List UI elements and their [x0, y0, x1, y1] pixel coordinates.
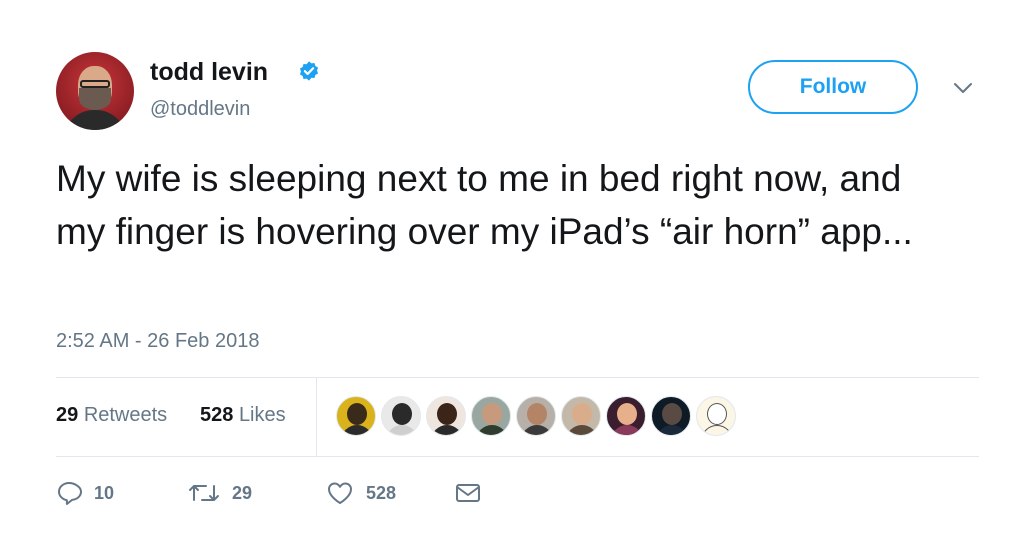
- stats-divider: [316, 378, 317, 456]
- liker-avatar[interactable]: [561, 396, 601, 436]
- liker-avatar-face: [392, 403, 412, 425]
- liker-avatars: [336, 396, 741, 438]
- liker-avatar-face: [437, 403, 457, 425]
- liker-avatar-body: [431, 425, 463, 435]
- liker-avatar[interactable]: [471, 396, 511, 436]
- likes-stat[interactable]: 528 Likes: [200, 404, 286, 427]
- heart-icon: [328, 482, 352, 504]
- liker-avatar-body: [611, 425, 643, 435]
- reply-icon: [58, 482, 82, 505]
- retweets-count: 29: [56, 404, 79, 426]
- liker-avatar-body: [476, 425, 508, 435]
- retweet-count: 29: [232, 482, 253, 503]
- liker-avatar-body: [656, 425, 688, 435]
- liker-avatar-face: [527, 403, 547, 425]
- liker-avatar[interactable]: [606, 396, 646, 436]
- reply-count: 10: [94, 482, 115, 503]
- reply-button[interactable]: 10: [56, 480, 114, 506]
- liker-avatar-body: [701, 425, 733, 435]
- likes-count: 528: [200, 404, 234, 426]
- divider-top: [56, 377, 979, 378]
- liker-avatar[interactable]: [651, 396, 691, 436]
- liker-avatar-face: [662, 403, 682, 425]
- follow-button[interactable]: Follow: [748, 60, 918, 114]
- verified-badge-icon: [299, 61, 319, 81]
- author-avatar[interactable]: [56, 52, 134, 130]
- liker-avatar-face: [482, 403, 502, 425]
- likes-label: Likes: [238, 404, 286, 426]
- chevron-down-icon[interactable]: [952, 80, 974, 96]
- like-count: 528: [366, 482, 397, 503]
- retweet-button[interactable]: 29: [188, 480, 252, 506]
- author-name[interactable]: todd levin: [150, 58, 268, 87]
- liker-avatar-face: [707, 403, 727, 425]
- divider-bottom: [56, 456, 979, 457]
- liker-avatar[interactable]: [381, 396, 421, 436]
- author-handle[interactable]: @toddlevin: [150, 98, 250, 121]
- liker-avatar-face: [572, 403, 592, 425]
- direct-message-button[interactable]: [454, 480, 482, 506]
- liker-avatar[interactable]: [426, 396, 466, 436]
- liker-avatar-body: [566, 425, 598, 435]
- liker-avatar[interactable]: [336, 396, 376, 436]
- envelope-icon: [456, 484, 480, 502]
- liker-avatar-body: [521, 425, 553, 435]
- tweet-timestamp[interactable]: 2:52 AM - 26 Feb 2018: [56, 330, 259, 353]
- retweets-label: Retweets: [83, 404, 168, 426]
- like-button[interactable]: 528: [326, 480, 396, 506]
- liker-avatar-body: [341, 425, 373, 435]
- liker-avatar-face: [347, 403, 367, 425]
- retweets-stat[interactable]: 29 Retweets: [56, 404, 167, 427]
- avatar-beard: [79, 88, 111, 110]
- tweet-text: My wife is sleeping next to me in bed ri…: [56, 158, 913, 252]
- liker-avatar-face: [617, 403, 637, 425]
- retweet-icon: [189, 485, 219, 501]
- liker-avatar[interactable]: [516, 396, 556, 436]
- avatar-glasses: [80, 80, 110, 88]
- avatar-body: [64, 110, 126, 130]
- liker-avatar-body: [386, 425, 418, 435]
- liker-avatar[interactable]: [696, 396, 736, 436]
